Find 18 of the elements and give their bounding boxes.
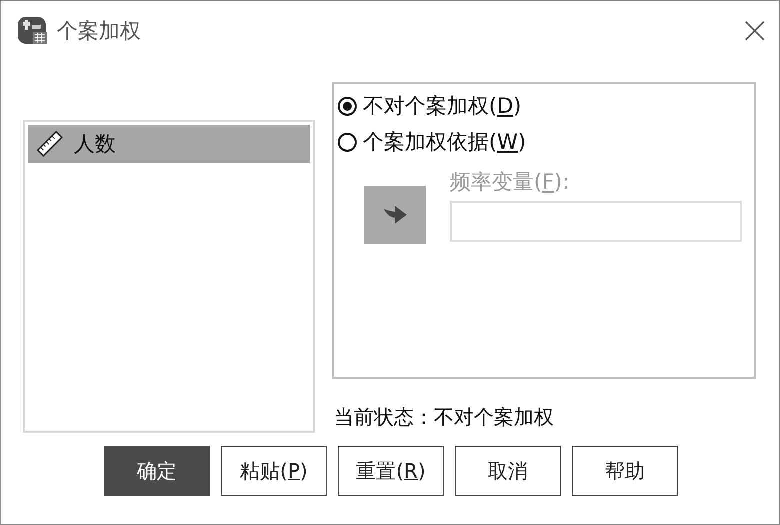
dialog-button[interactable]: 重置(R)	[338, 446, 444, 496]
radio-label[interactable]: 个案加权依据(W)	[363, 128, 526, 156]
move-button[interactable]	[364, 186, 426, 244]
arrow-icon	[382, 205, 408, 225]
window-title: 个案加权	[57, 18, 142, 45]
radio-button[interactable]	[338, 132, 357, 152]
variable-item[interactable]: 人数	[28, 125, 310, 163]
radio-label[interactable]: 不对个案加权(D)	[363, 92, 522, 120]
close-icon[interactable]	[745, 21, 765, 41]
ok-button[interactable]: 确定	[104, 446, 210, 496]
radio-button[interactable]	[338, 96, 357, 116]
dialog-button[interactable]: 帮助	[572, 446, 678, 496]
field-label: 频率变量(F):	[450, 169, 571, 196]
app-icon	[17, 16, 49, 46]
status-text: 当前状态：不对个案加权	[333, 404, 555, 430]
dialog-button[interactable]: 粘贴(P)	[221, 446, 327, 496]
dialog-button[interactable]: 取消	[455, 446, 561, 496]
frequency-variable-field[interactable]	[450, 201, 742, 242]
